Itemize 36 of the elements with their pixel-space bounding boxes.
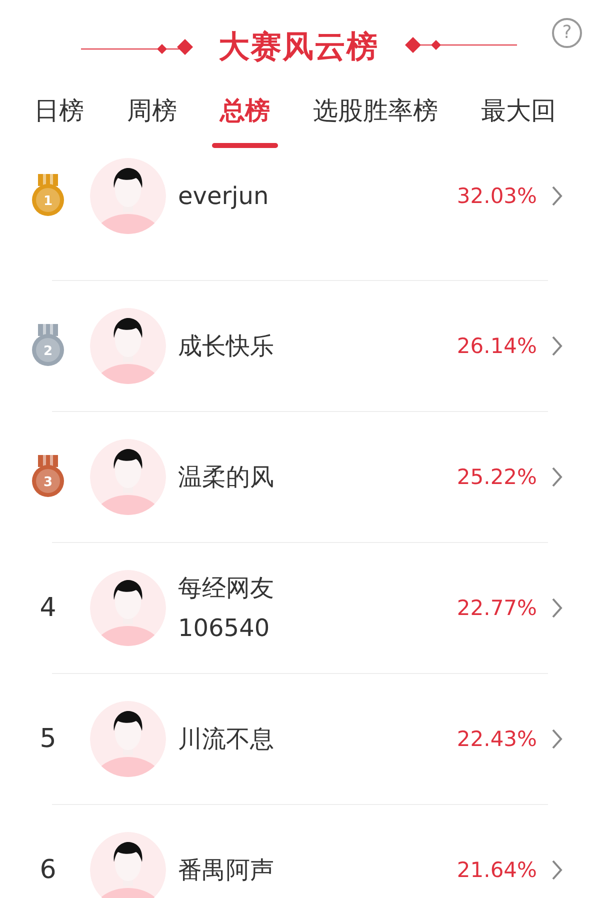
chevron-icon[interactable] (551, 859, 563, 881)
user-name: everjun (178, 181, 270, 212)
tab[interactable]: 最大回 (473, 88, 564, 148)
avatar-icon (90, 701, 166, 777)
rank-number: 3 (43, 475, 53, 490)
rank-number: 2 (43, 344, 53, 359)
chevron-icon[interactable] (551, 185, 563, 207)
chevron-icon[interactable] (551, 728, 563, 750)
user-name: 每经网友106540 (178, 573, 275, 644)
avatar-icon (90, 832, 166, 898)
tab[interactable]: 总榜 (212, 88, 278, 148)
avatar-icon (90, 158, 166, 234)
user-name: 番禺阿声 (178, 855, 275, 886)
tab[interactable]: 周榜 (119, 88, 185, 148)
user-name: 成长快乐 (178, 331, 275, 362)
return-rate: 26.14% (456, 334, 537, 358)
return-rate: 21.64% (456, 858, 537, 882)
avatar-icon (90, 439, 166, 515)
chevron-icon[interactable] (551, 597, 563, 619)
chevron-icon[interactable] (551, 466, 563, 488)
user-name: 川流不息 (178, 724, 275, 755)
tab[interactable]: 选股胜率榜 (305, 88, 446, 148)
rank-number: 6 (40, 855, 56, 885)
tab[interactable]: 日榜 (26, 88, 92, 148)
avatar-icon (90, 570, 166, 646)
return-rate: 22.77% (456, 596, 537, 620)
chevron-icon[interactable] (551, 335, 563, 357)
rank-number: 4 (40, 593, 56, 623)
avatar-icon (90, 308, 166, 384)
page-title: 大赛风云榜 (218, 28, 378, 67)
user-name: 温柔的风 (178, 462, 275, 493)
rank-number: 1 (43, 194, 53, 209)
return-rate: 32.03% (456, 184, 537, 208)
return-rate: 25.22% (456, 465, 537, 489)
rank-number: 5 (40, 724, 56, 754)
return-rate: 22.43% (456, 727, 537, 751)
